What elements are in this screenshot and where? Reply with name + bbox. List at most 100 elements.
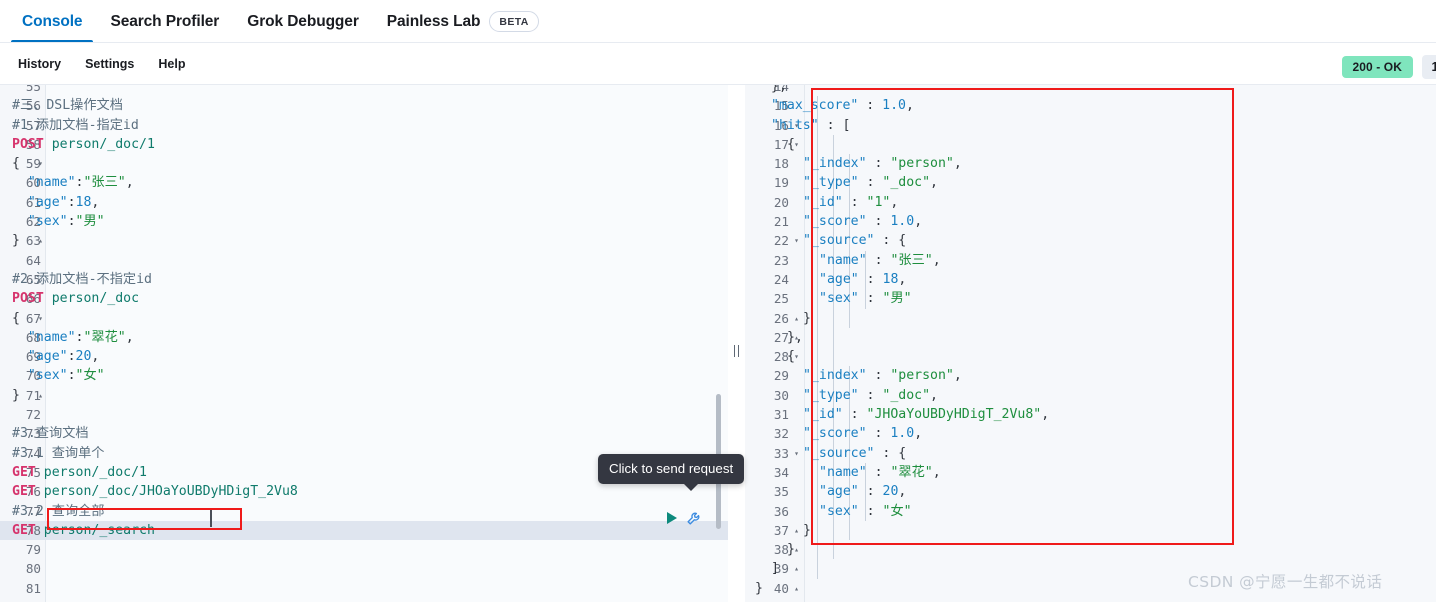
code-line[interactable]: 17 ▾{: [745, 134, 1436, 155]
code-line[interactable]: 71 ▴}: [0, 386, 728, 405]
code-text: "hits" : [: [771, 117, 851, 133]
code-line[interactable]: 56 #三、DSL操作文档: [0, 96, 728, 115]
code-line[interactable]: 25 "sex" : "男": [745, 289, 1436, 309]
code-line[interactable]: 58 POST person/_doc/1: [0, 135, 728, 154]
code-text: "sex" : "男": [819, 291, 912, 307]
code-line-partial: 14},: [745, 85, 1436, 96]
code-line[interactable]: 19 "_type" : "_doc",: [745, 173, 1436, 193]
code-line[interactable]: 77 #3.2 查询全部: [0, 502, 728, 521]
code-text: "max_score" : 1.0,: [771, 98, 914, 114]
code-line[interactable]: 64: [0, 251, 728, 270]
code-text: {: [12, 156, 20, 172]
play-icon[interactable]: [667, 511, 677, 524]
code-text: "name":"张三",: [12, 175, 134, 191]
code-line[interactable]: 78 GET person/_search: [0, 520, 728, 541]
code-line[interactable]: 32 "_score" : 1.0,: [745, 424, 1436, 444]
code-line[interactable]: 80: [0, 559, 728, 578]
code-text: #3.1 查询单个: [12, 445, 105, 461]
text-caret: [210, 510, 212, 527]
tab-grok-debugger-label: Grok Debugger: [247, 12, 359, 30]
tab-console[interactable]: Console: [8, 0, 96, 43]
code-line[interactable]: 23 "name" : "张三",: [745, 250, 1436, 270]
code-text: {: [787, 136, 795, 152]
indent-guide: [833, 520, 834, 541]
code-line[interactable]: 68 "name":"翠花",: [0, 328, 728, 347]
code-line[interactable]: 60 "name":"张三",: [0, 173, 728, 192]
fold-toggle-icon[interactable]: ▾: [36, 154, 45, 173]
indent-guide: [817, 347, 818, 367]
code-line[interactable]: 24 "age" : 18,: [745, 269, 1436, 290]
indent-guide: [817, 520, 818, 541]
code-line[interactable]: 63 ▴}: [0, 231, 728, 250]
status-secondary-chip[interactable]: 1: [1422, 55, 1436, 79]
code-line[interactable]: 34 "name" : "翠花",: [745, 462, 1436, 483]
code-line[interactable]: 37 ▴}: [745, 520, 1436, 541]
code-line[interactable]: 73 #3.查询文档: [0, 424, 728, 443]
code-line[interactable]: 79: [0, 540, 728, 559]
code-line[interactable]: 62 "sex":"男": [0, 212, 728, 231]
send-request-tooltip: Click to send request: [598, 454, 745, 491]
response-pane[interactable]: 14}, 15 "max_score" : 1.0, 16 ▾ "hits" : [17 ▾…: [745, 85, 1436, 602]
tab-painless-lab-label: Painless Lab: [386, 12, 481, 30]
code-text: #2.添加文档-不指定id: [12, 271, 152, 287]
code-text: {: [12, 310, 20, 326]
code-line[interactable]: 30 "_type" : "_doc",: [745, 385, 1436, 406]
tab-search-profiler[interactable]: Search Profiler: [96, 0, 233, 43]
indent-guide: [849, 308, 850, 328]
request-editor-pane[interactable]: 55 56 #三、DSL操作文档 57 #1.添加文档-指定id 58 POST perso…: [0, 85, 728, 602]
code-line[interactable]: 69 "age":20,: [0, 347, 728, 366]
code-line[interactable]: 70 "sex":"女": [0, 366, 728, 385]
code-line[interactable]: 15 "max_score" : 1.0,: [745, 96, 1436, 116]
code-text: #1.添加文档-指定id: [12, 117, 139, 133]
code-text: }: [787, 542, 795, 558]
tab-painless-lab[interactable]: Painless Lab BETA: [373, 0, 553, 43]
code-text: }: [12, 233, 20, 249]
code-line-partial: 55: [0, 85, 728, 96]
code-line[interactable]: 27 ▴},: [745, 327, 1436, 348]
code-line[interactable]: 22 ▾ "_source" : {: [745, 231, 1436, 251]
code-line[interactable]: 38 ▴}: [745, 540, 1436, 560]
fold-toggle-icon[interactable]: ▾: [36, 309, 45, 328]
history-button[interactable]: History: [6, 49, 73, 79]
code-text: "_type" : "_doc",: [803, 387, 938, 403]
code-line[interactable]: 33 ▾ "_source" : {: [745, 443, 1436, 463]
code-line[interactable]: 67 ▾{: [0, 309, 728, 328]
code-line[interactable]: 61 "age":18,: [0, 193, 728, 212]
code-line[interactable]: 28 ▾{: [745, 347, 1436, 367]
code-line[interactable]: 16 ▾ "hits" : [: [745, 115, 1436, 135]
code-line[interactable]: 72: [0, 405, 728, 424]
help-button[interactable]: Help: [146, 49, 197, 79]
fold-toggle-icon[interactable]: ▴: [36, 386, 45, 405]
code-line[interactable]: 20 "_id" : "1",: [745, 192, 1436, 213]
indent-guide: [817, 559, 818, 579]
code-line[interactable]: 31 "_id" : "JHOaYoUBDyHDigT_2Vu8",: [745, 405, 1436, 425]
code-line[interactable]: 76 GET person/_doc/JHOaYoUBDyHDigT_2Vu8: [0, 482, 728, 501]
code-line[interactable]: 35 "age" : 20,: [745, 482, 1436, 502]
code-line[interactable]: 21 "_score" : 1.0,: [745, 212, 1436, 232]
code-line[interactable]: 29 "_index" : "person",: [745, 366, 1436, 386]
code-text: "age":18,: [12, 194, 100, 210]
code-line[interactable]: 65 #2.添加文档-不指定id: [0, 270, 728, 289]
code-line[interactable]: 59 ▾{: [0, 154, 728, 173]
tab-grok-debugger[interactable]: Grok Debugger: [233, 0, 373, 43]
fold-toggle-icon[interactable]: ▴: [36, 231, 45, 250]
tab-search-profiler-label: Search Profiler: [110, 12, 220, 30]
settings-button[interactable]: Settings: [73, 49, 146, 79]
wrench-icon[interactable]: [686, 509, 703, 526]
drag-handle-icon[interactable]: [731, 344, 742, 357]
fold-toggle-icon[interactable]: ▴: [792, 559, 801, 578]
code-text: },: [787, 329, 803, 345]
status-badge: 200 - OK: [1341, 56, 1413, 78]
code-line[interactable]: 57 #1.添加文档-指定id: [0, 116, 728, 135]
fold-toggle-icon[interactable]: ▴: [792, 579, 801, 598]
code-line[interactable]: 26 ▴}: [745, 308, 1436, 328]
code-line[interactable]: 81: [0, 579, 728, 598]
code-line[interactable]: 36 "sex" : "女": [745, 501, 1436, 521]
code-text: }: [755, 580, 763, 596]
code-line[interactable]: 66 POST person/_doc: [0, 289, 728, 308]
code-text: "_index" : "person",: [803, 156, 962, 172]
code-text: "_id" : "JHOaYoUBDyHDigT_2Vu8",: [803, 407, 1050, 423]
code-line[interactable]: 18 "_index" : "person",: [745, 154, 1436, 174]
watermark: CSDN @宁愿一生都不说话: [1188, 573, 1383, 591]
code-text: "_score" : 1.0,: [803, 426, 923, 442]
